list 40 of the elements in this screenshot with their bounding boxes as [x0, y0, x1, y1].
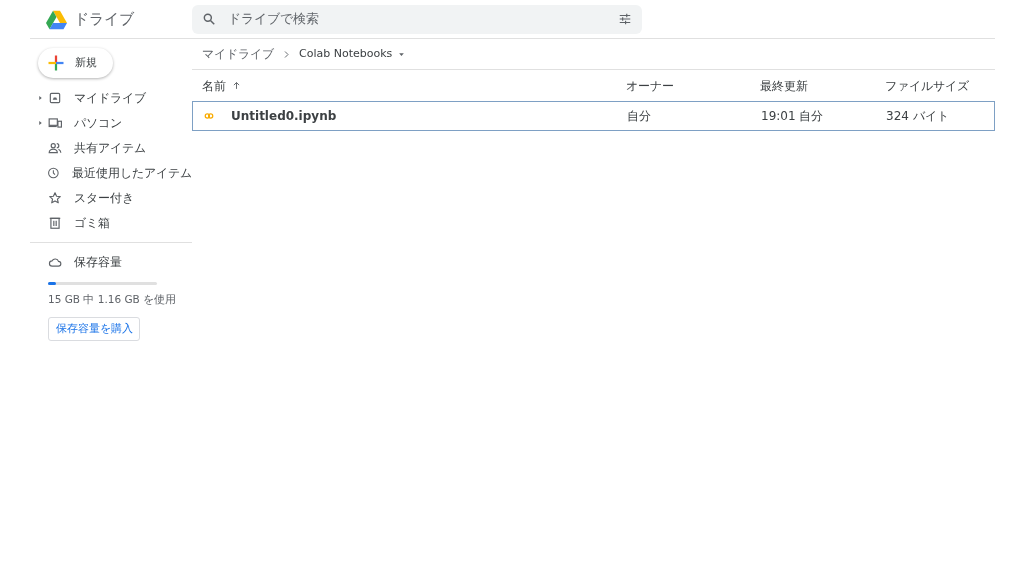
- expand-caret-icon: [38, 119, 43, 126]
- trash-icon: [48, 215, 62, 230]
- drive-logo-icon: [45, 8, 68, 30]
- sidebar-item[interactable]: ゴミ箱: [30, 210, 192, 235]
- search-input[interactable]: ドライブで検索: [226, 8, 608, 30]
- column-header[interactable]: 名前: [202, 76, 226, 95]
- storage-item[interactable]: 保存容量: [30, 249, 192, 274]
- column-header[interactable]: ファイルサイズ: [885, 78, 969, 93]
- dropdown-caret-icon: [398, 50, 406, 58]
- buy-storage-button[interactable]: 保存容量を購入: [48, 316, 140, 341]
- sort-up-arrow-icon: [232, 81, 241, 90]
- breadcrumb-folder[interactable]: Colab Notebooks: [299, 45, 406, 63]
- table-cell: 自分: [627, 109, 651, 123]
- new-button[interactable]: 新規: [38, 48, 113, 78]
- star-icon: [48, 190, 62, 205]
- sidebar-item[interactable]: スター付き: [30, 185, 192, 210]
- table-cell: 19:01 自分: [761, 109, 824, 123]
- app-title: ドライブ: [74, 8, 134, 30]
- storage-usage: 15 GB 中 1.16 GB を使用: [48, 292, 178, 307]
- table-cell: 324 バイト: [886, 109, 949, 123]
- search-icon: [202, 12, 216, 26]
- column-header[interactable]: オーナー: [626, 78, 674, 93]
- plus-icon: [47, 54, 65, 72]
- search-field[interactable]: ドライブで検索: [192, 4, 642, 34]
- expand-caret-icon: [38, 94, 43, 101]
- file-name: Untitled0.ipynb: [231, 108, 337, 125]
- column-header[interactable]: 最終更新: [760, 78, 808, 93]
- drive-icon: [48, 90, 62, 105]
- breadcrumb-link[interactable]: マイドライブ: [202, 45, 274, 63]
- clock-icon: [47, 165, 60, 180]
- sidebar-item[interactable]: 最近使用したアイテム: [30, 160, 192, 185]
- sidebar-item[interactable]: 共有アイテム: [30, 135, 192, 160]
- chevron-right-icon: [282, 49, 291, 59]
- filter-sliders-icon: [618, 12, 632, 26]
- sidebar-item[interactable]: パソコン: [30, 110, 192, 135]
- computer-icon: [48, 115, 62, 130]
- sidebar-item[interactable]: マイドライブ: [30, 85, 192, 110]
- file-row[interactable]: Untitled0.ipynb 自分 19:01 自分 324 バイト: [192, 101, 995, 131]
- colab-file-icon: [203, 111, 215, 121]
- people-icon: [48, 140, 62, 155]
